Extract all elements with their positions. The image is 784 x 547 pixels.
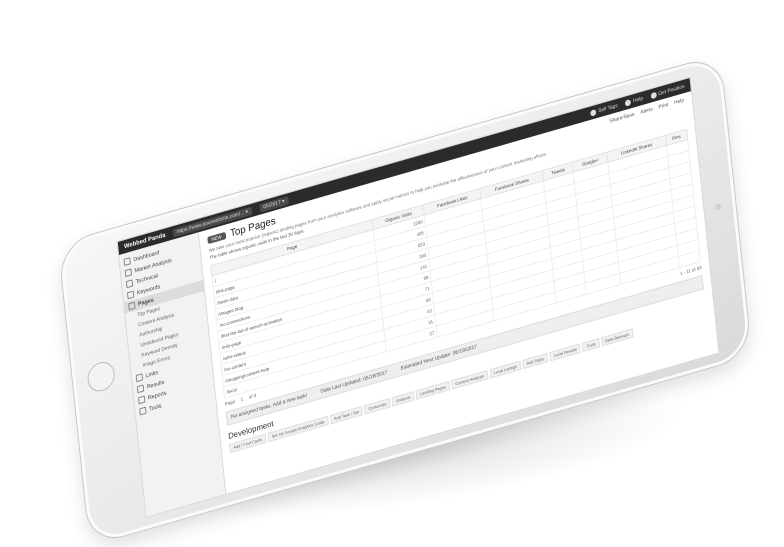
pager-of-label: of 3 xyxy=(248,392,257,400)
pager-label: Page xyxy=(224,398,236,407)
results-icon xyxy=(136,384,145,394)
tools-icon xyxy=(139,406,147,416)
report-icon xyxy=(137,395,146,405)
new-badge: NEW xyxy=(207,231,226,245)
tag-icon xyxy=(590,108,597,117)
sidebar-item-label: Tools xyxy=(148,402,162,413)
help-icon xyxy=(625,98,632,107)
topbar-label: Help xyxy=(632,95,644,104)
dev-tab[interactable]: Tools xyxy=(582,338,600,352)
dev-tab[interactable]: Analysis xyxy=(391,391,415,407)
key-icon xyxy=(126,290,135,300)
pager-input[interactable]: 1 xyxy=(240,396,243,402)
dashboard-icon xyxy=(123,257,131,267)
chart-icon xyxy=(124,268,133,278)
wrench-icon xyxy=(125,279,134,289)
page-icon xyxy=(128,301,136,311)
position-icon xyxy=(650,91,657,99)
link-icon xyxy=(135,373,144,383)
